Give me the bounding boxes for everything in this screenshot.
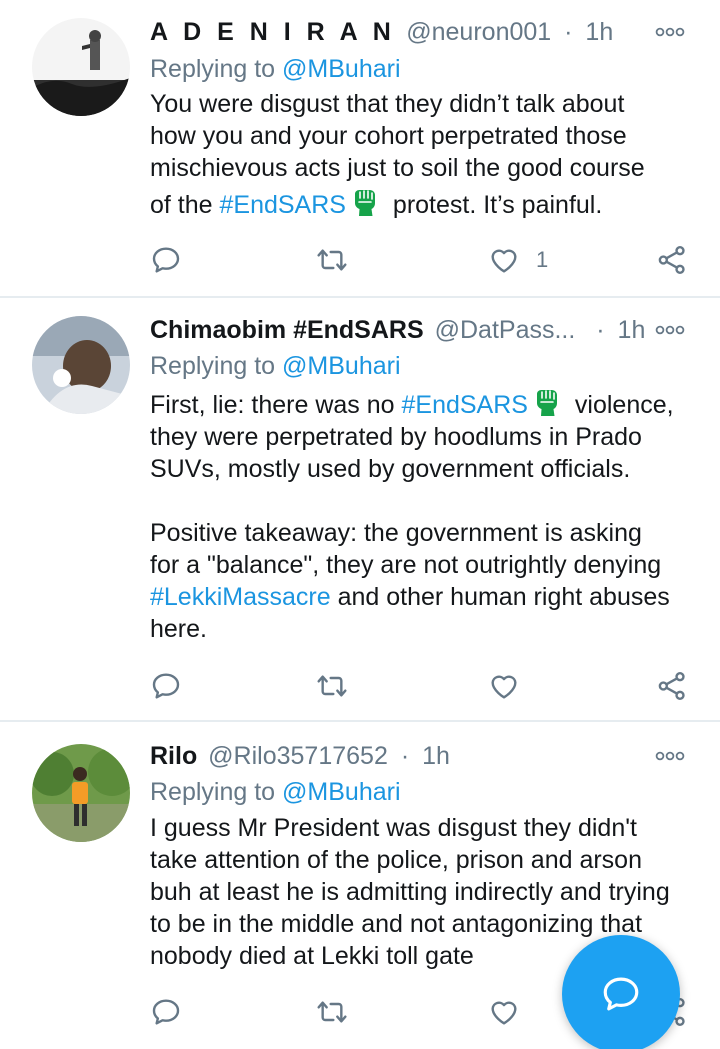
display-name[interactable]: Chimaobim #EndSARS [150,316,424,344]
replying-to-label: Replying to [150,55,283,83]
tweet[interactable]: Chimaobim #EndSARS @DatPass... · 1h Repl… [0,298,720,722]
tweet-text: You were disgust that they didn’t talk a… [150,88,700,221]
retweet-icon [316,996,348,1028]
tweet-actions: 1 [150,240,695,280]
text-line: how you and your cohort perpetrated thos… [150,122,627,150]
replying-to-label: Replying to [150,352,283,380]
retweet-button[interactable] [316,666,348,706]
text-line: of the #EndSARS protest. It’s painful. [150,188,700,221]
hashtag-link[interactable]: #EndSARS [401,391,527,419]
like-button[interactable] [488,666,520,706]
text-line: take attention of the police, prison and… [150,846,642,874]
text-line: SUVs, mostly used by government official… [150,455,631,483]
text-line: I guess Mr President was disgust they di… [150,814,637,842]
hashtag-link[interactable]: #EndSARS [220,191,346,219]
separator-dot: · [564,18,573,46]
reply-button[interactable] [150,992,182,1032]
text-line: You were disgust that they didn’t talk a… [150,90,625,118]
avatar[interactable] [32,18,130,116]
replying-to: Replying to @MBuhari [150,775,401,809]
compose-reply-icon [603,977,639,1011]
text-line: here. [150,615,207,643]
separator-dot: · [400,742,410,770]
user-handle[interactable]: @DatPass... [435,316,576,344]
hashtag-link[interactable]: #LekkiMassacre [150,583,331,611]
like-button[interactable] [488,992,520,1032]
reply-icon [150,670,182,702]
timestamp[interactable]: 1h [422,742,450,770]
separator-dot: · [596,316,605,344]
heart-icon [488,244,520,276]
reply-button[interactable] [150,666,182,706]
tweet-text: First, lie: there was no #EndSARS violen… [150,388,700,645]
avatar[interactable] [32,744,130,842]
avatar[interactable] [32,316,130,414]
text-fragment: First, lie: there was no [150,391,402,419]
text-line: buh at least he is admitting indirectly … [150,878,670,906]
replying-to: Replying to @MBuhari [150,52,401,86]
mention-link[interactable]: @MBuhari [282,55,400,83]
timestamp[interactable]: 1h [618,316,646,344]
display-name[interactable]: Rilo [150,742,197,770]
text-line [150,485,700,517]
like-count: 1 [536,247,549,272]
user-handle[interactable]: @neuron001 [406,18,551,46]
compose-reply-button[interactable] [562,935,680,1049]
endsars-fist-icon [534,388,560,418]
reply-icon [150,244,182,276]
heart-icon [488,996,520,1028]
text-fragment: violence, [567,391,674,419]
mention-link[interactable]: @MBuhari [282,778,400,806]
retweet-icon [316,244,348,276]
tweet-header: Rilo @Rilo35717652 · 1h [150,738,700,774]
tweet-header: Chimaobim #EndSARS @DatPass... · 1h [150,312,700,348]
text-fragment: of the [150,191,220,219]
text-fragment: protest. It’s painful. [385,191,603,219]
more-icon [654,25,686,39]
share-icon [656,244,688,276]
text-line: First, lie: there was no #EndSARS violen… [150,388,700,421]
text-line: they were perpetrated by hoodlums in Pra… [150,423,642,451]
retweet-button[interactable] [316,240,348,280]
tweet-header: A D E N I R A N @neuron001 · 1h [150,14,700,50]
text-line: for a "balance", they are not outrightly… [150,551,662,579]
text-fragment: and other human right abuses [330,583,670,611]
more-button[interactable] [652,738,688,774]
user-handle[interactable]: @Rilo35717652 [208,742,388,770]
more-button[interactable] [652,312,688,348]
replying-to: Replying to @MBuhari [150,349,401,383]
text-line: #LekkiMassacre and other human right abu… [150,581,700,613]
more-button[interactable] [652,14,688,50]
share-button[interactable] [656,666,688,706]
tweet[interactable]: A D E N I R A N @neuron001 · 1h Replying… [0,0,720,298]
share-button[interactable] [656,240,688,280]
mention-link[interactable]: @MBuhari [282,352,400,380]
reply-button[interactable] [150,240,182,280]
tweet-actions [150,666,695,706]
retweet-icon [316,670,348,702]
retweet-button[interactable] [316,992,348,1032]
reply-icon [150,996,182,1028]
text-line: Positive takeaway: the government is ask… [150,519,642,547]
timestamp[interactable]: 1h [585,18,613,46]
share-icon [656,670,688,702]
more-icon [654,323,686,337]
replying-to-label: Replying to [150,778,283,806]
text-line: mischievous acts just to soil the good c… [150,154,645,182]
endsars-fist-icon [352,188,378,218]
display-name[interactable]: A D E N I R A N [150,18,395,46]
like-button[interactable]: 1 [488,240,548,280]
heart-icon [488,670,520,702]
more-icon [654,749,686,763]
